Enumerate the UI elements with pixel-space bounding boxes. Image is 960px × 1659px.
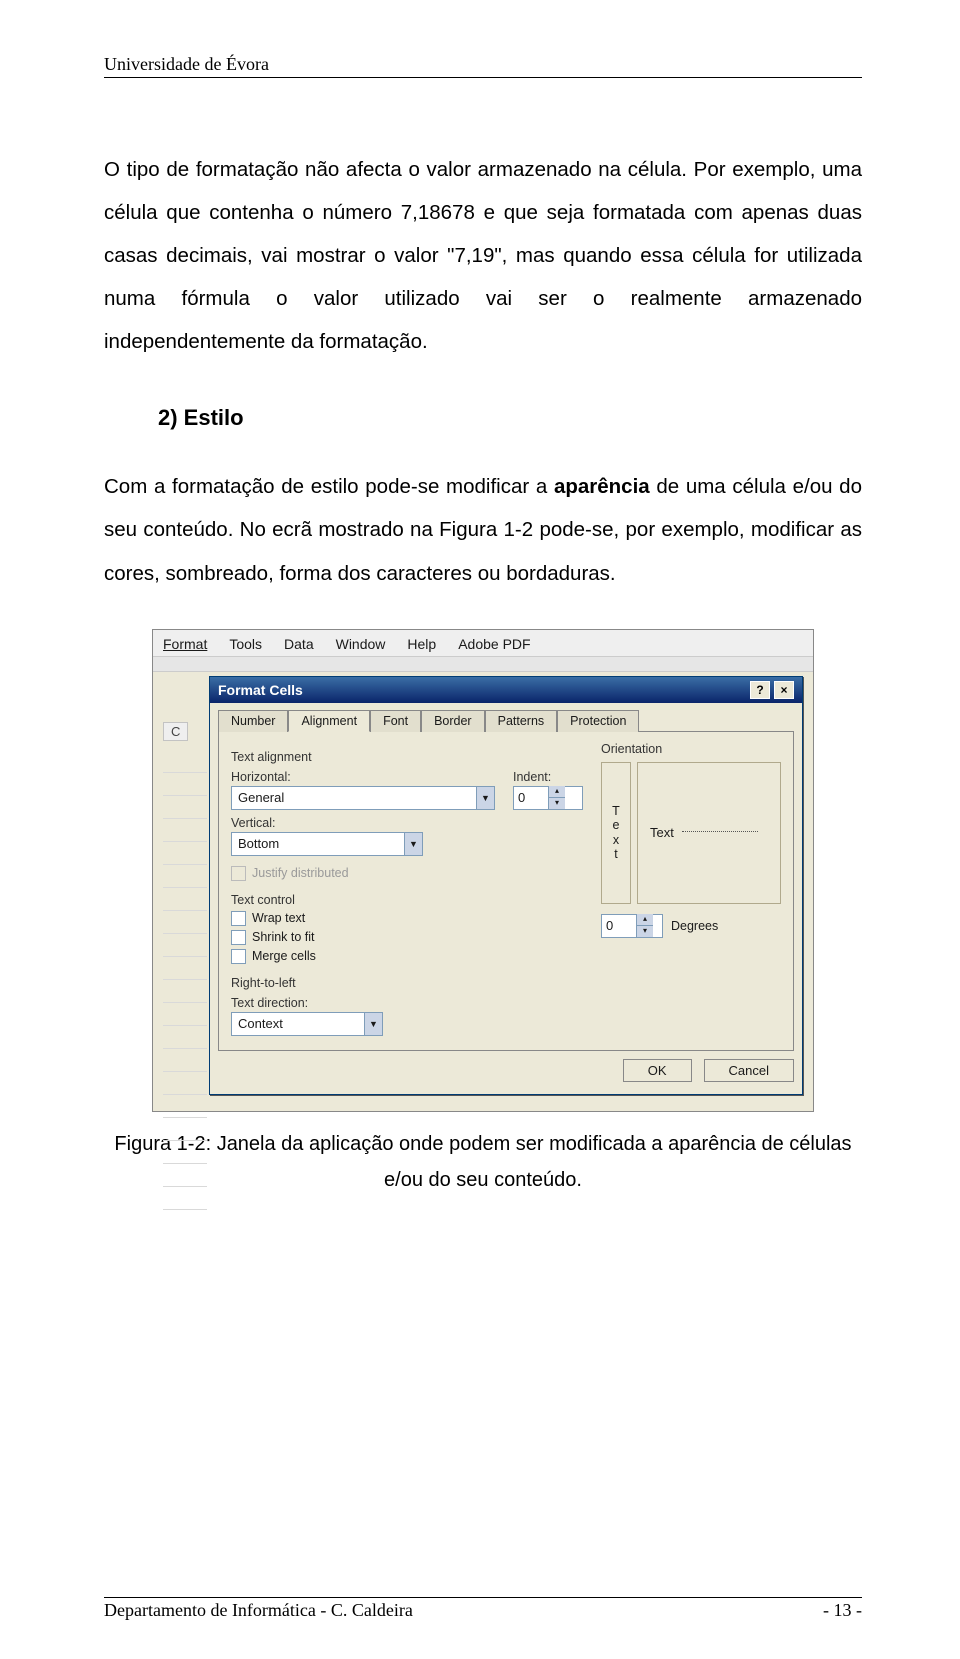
combo-horizontal-value: General: [232, 790, 476, 805]
check-shrink-to-fit[interactable]: Shrink to fit: [231, 930, 583, 945]
label-indent: Indent:: [513, 770, 583, 784]
check-shrink-label: Shrink to fit: [252, 930, 315, 944]
dialog-button-row: OK Cancel: [210, 1059, 794, 1082]
tab-patterns[interactable]: Patterns: [485, 710, 558, 732]
dialog-close-button[interactable]: ×: [774, 681, 794, 699]
label-degrees: Degrees: [671, 919, 718, 933]
tab-font[interactable]: Font: [370, 710, 421, 732]
orientation-vertical-text: Text: [612, 804, 620, 862]
dialog-title-text: Format Cells: [218, 682, 303, 698]
combo-vertical-value: Bottom: [232, 836, 404, 851]
chevron-down-icon[interactable]: ▼: [364, 1013, 382, 1035]
label-text-direction: Text direction:: [231, 996, 583, 1010]
ok-button[interactable]: OK: [623, 1059, 692, 1082]
page-footer: Departamento de Informática - C. Caldeir…: [104, 1597, 862, 1621]
tab-border[interactable]: Border: [421, 710, 485, 732]
footer-page-number: - 13 -: [823, 1600, 862, 1621]
spinner-indent-buttons[interactable]: ▴▾: [548, 786, 565, 810]
check-wrap-text[interactable]: Wrap text: [231, 911, 583, 926]
spinner-indent-value: 0: [514, 790, 548, 805]
footer-dept: Departamento de Informática - C. Caldeir…: [104, 1600, 413, 1621]
spinner-degrees[interactable]: 0 ▴▾: [601, 914, 663, 938]
label-horizontal: Horizontal:: [231, 770, 495, 784]
combo-horizontal[interactable]: General ▼: [231, 786, 495, 810]
format-cells-dialog: Format Cells ? × Number Alignment Font B…: [209, 676, 803, 1095]
group-title-rtl: Right-to-left: [231, 976, 583, 990]
section-heading-estilo: 2) Estilo: [158, 395, 862, 441]
menu-data[interactable]: Data: [284, 636, 314, 652]
spreadsheet-gridlines: [163, 750, 207, 1210]
orientation-line: [682, 831, 758, 833]
combo-text-direction[interactable]: Context ▼: [231, 1012, 383, 1036]
check-merge-label: Merge cells: [252, 949, 316, 963]
group-text-alignment: Text alignment Horizontal: General ▼: [231, 750, 583, 881]
paragraph-2a: Com a formatação de estilo pode-se modif…: [104, 475, 554, 498]
menu-tools[interactable]: Tools: [229, 636, 262, 652]
spinner-indent[interactable]: 0 ▴▾: [513, 786, 583, 810]
tab-protection[interactable]: Protection: [557, 710, 639, 732]
tab-number[interactable]: Number: [218, 710, 288, 732]
dialog-help-button[interactable]: ?: [750, 681, 770, 699]
page-header: Universidade de Évora: [104, 54, 862, 78]
orientation-dial[interactable]: Text: [637, 762, 781, 904]
combo-text-direction-value: Context: [232, 1016, 364, 1031]
app-menubar: Format Tools Data Window Help Adobe PDF: [153, 630, 813, 656]
figure-screenshot: Format Tools Data Window Help Adobe PDF …: [152, 629, 814, 1112]
paragraph-2: Com a formatação de estilo pode-se modif…: [104, 465, 862, 594]
check-merge-cells[interactable]: Merge cells: [231, 949, 583, 964]
tab-alignment[interactable]: Alignment: [288, 710, 370, 732]
check-justify-label: Justify distributed: [252, 866, 349, 880]
menu-adobe-pdf[interactable]: Adobe PDF: [458, 636, 530, 652]
paragraph-2-bold: aparência: [554, 475, 650, 498]
cancel-button[interactable]: Cancel: [704, 1059, 794, 1082]
spinner-degrees-buttons[interactable]: ▴▾: [636, 914, 653, 938]
group-title-orientation: Orientation: [601, 742, 781, 756]
column-header-c[interactable]: C: [163, 722, 188, 741]
group-title-text-control: Text control: [231, 893, 583, 907]
paragraph-1: O tipo de formatação não afecta o valor …: [104, 148, 862, 363]
dialog-body: Text alignment Horizontal: General ▼: [218, 731, 794, 1051]
label-vertical: Vertical:: [231, 816, 583, 830]
group-title-text-alignment: Text alignment: [231, 750, 583, 764]
orientation-vertical-box[interactable]: Text: [601, 762, 631, 904]
check-justify-distributed: Justify distributed: [231, 866, 583, 881]
dialog-tabs: Number Alignment Font Border Patterns Pr…: [218, 709, 794, 731]
menu-format[interactable]: Format: [163, 636, 207, 652]
chevron-down-icon[interactable]: ▼: [476, 787, 494, 809]
menu-help[interactable]: Help: [407, 636, 436, 652]
figure-caption: Figura 1-2: Janela da aplicação onde pod…: [104, 1126, 862, 1198]
document-body: O tipo de formatação não afecta o valor …: [104, 148, 862, 595]
toolbar-sliver: [153, 656, 813, 672]
menu-window[interactable]: Window: [336, 636, 386, 652]
combo-vertical[interactable]: Bottom ▼: [231, 832, 423, 856]
check-wrap-label: Wrap text: [252, 911, 305, 925]
spinner-degrees-value: 0: [602, 918, 636, 933]
dialog-titlebar[interactable]: Format Cells ? ×: [210, 677, 802, 703]
orientation-text-label: Text: [650, 825, 674, 840]
chevron-down-icon[interactable]: ▼: [404, 833, 422, 855]
